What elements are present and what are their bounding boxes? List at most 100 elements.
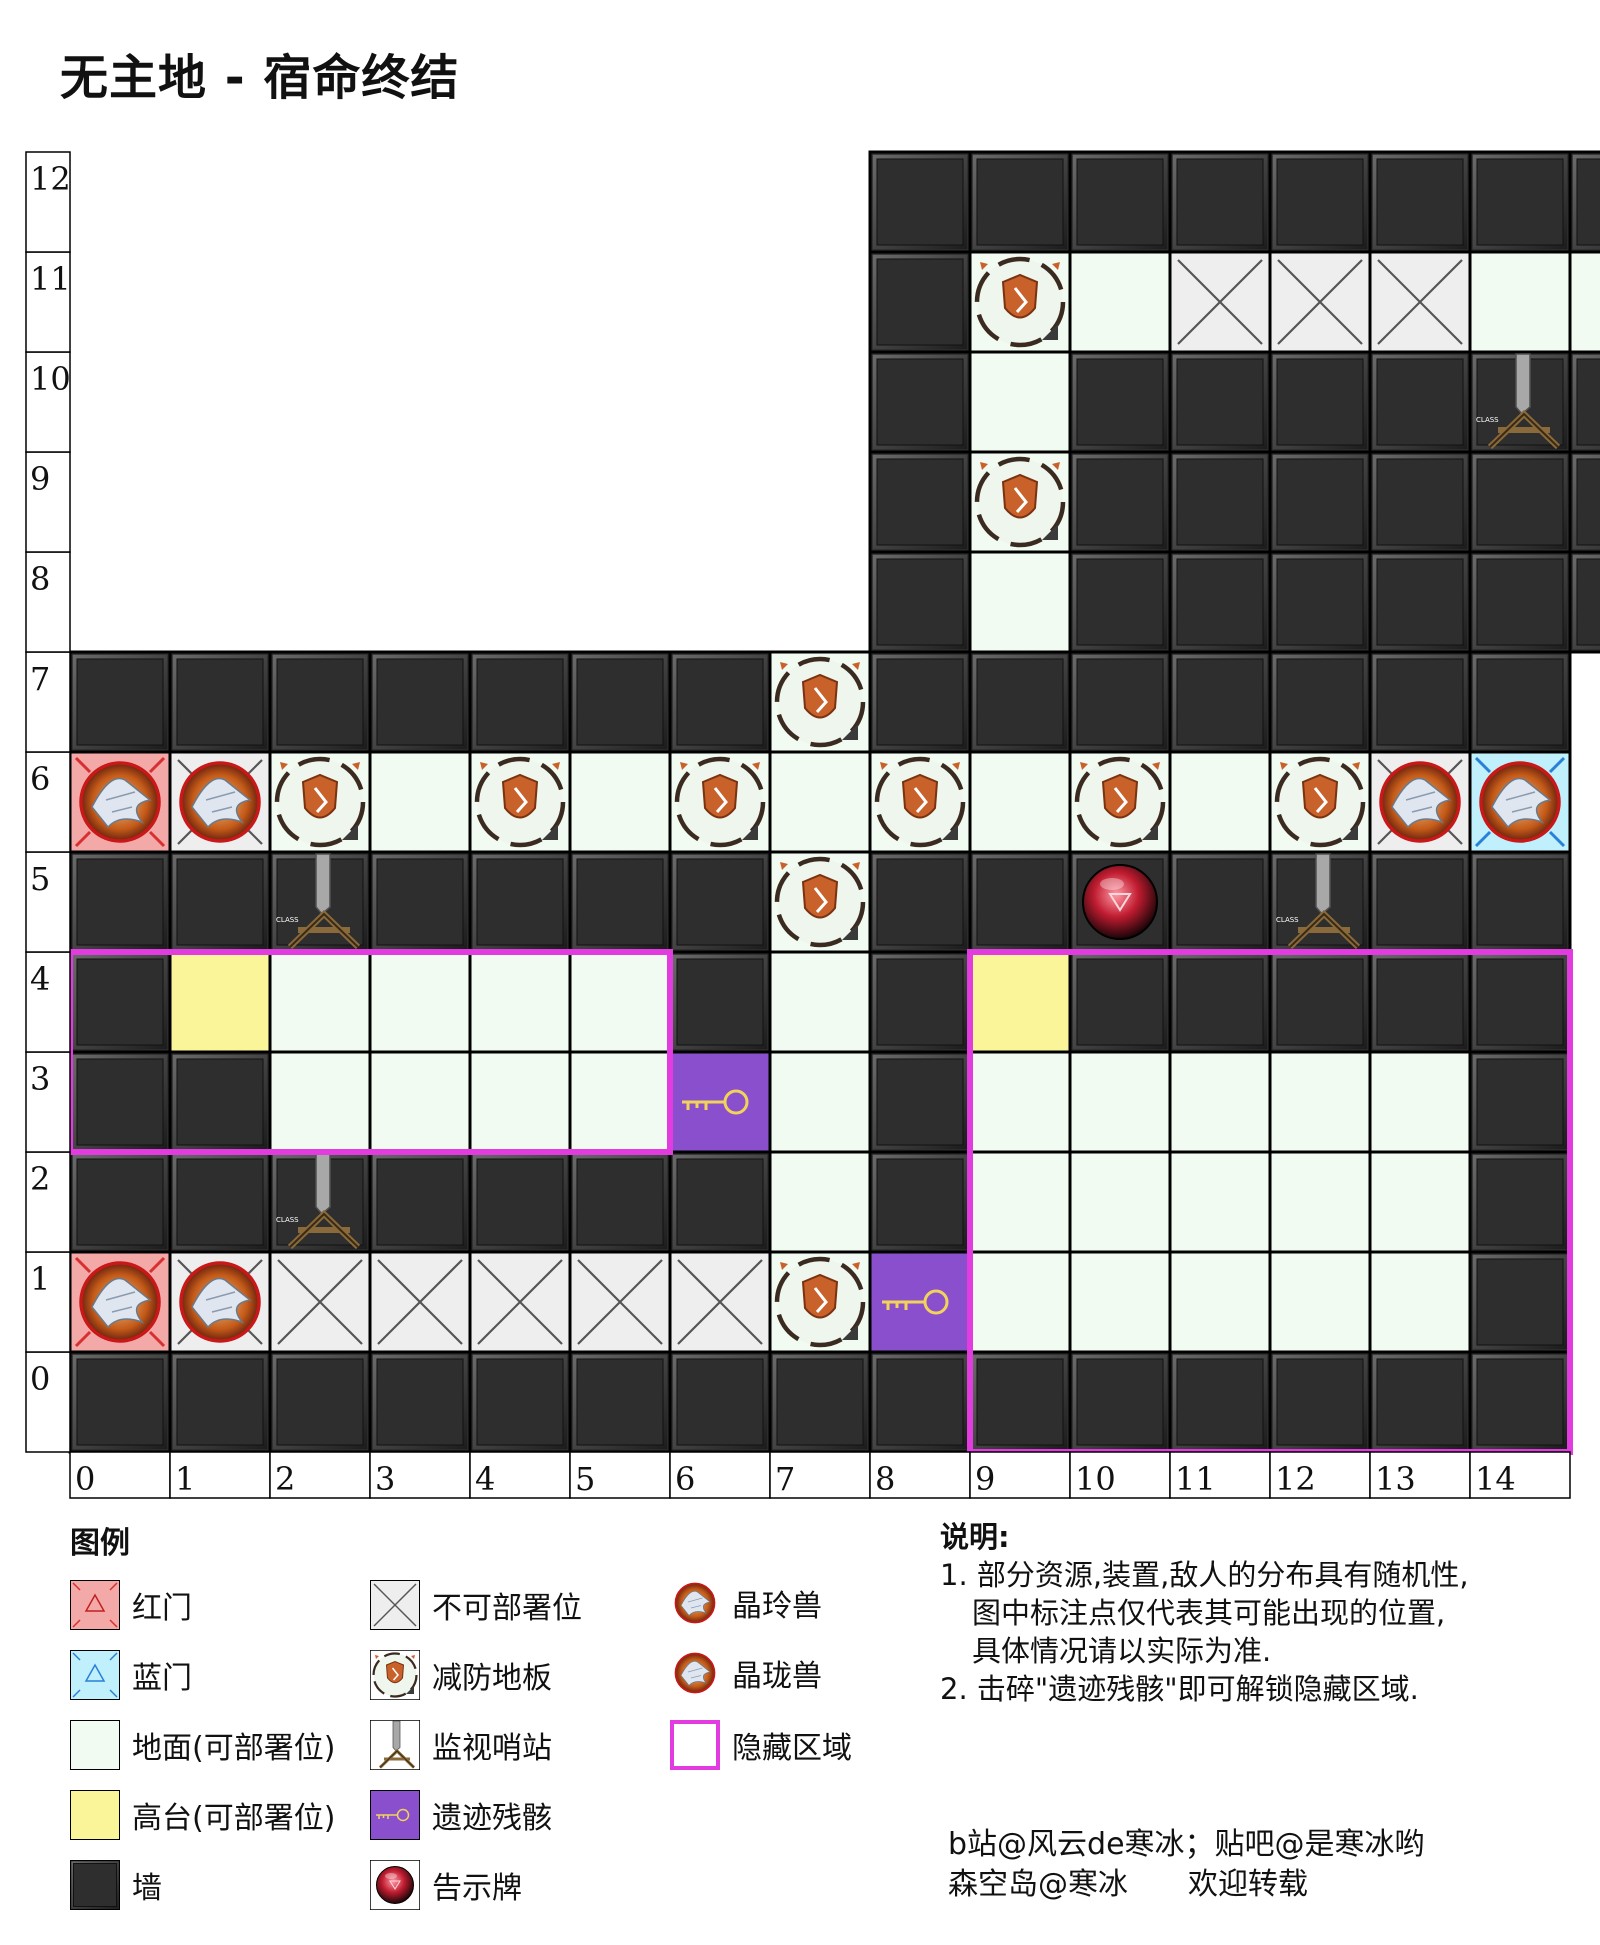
row-label: 12 [30, 160, 71, 198]
wall-tile-r0-c3 [368, 1350, 472, 1454]
wall-tile-r10-c12 [1268, 350, 1372, 454]
wall-tile-r5-c13 [1368, 850, 1472, 954]
notes: 说明: 1. 部分资源,装置,敌人的分布具有随机性, 图中标注点仅代表其可能出现… [940, 1518, 1469, 1708]
col-label: 10 [1075, 1460, 1116, 1498]
legend-item-ground-tile: 地面(可部署位) [70, 1720, 335, 1770]
ground-tile-r3-c4 [468, 1050, 572, 1154]
wall-tile-r2-c4 [468, 1150, 572, 1254]
ground-tile-r1-c12 [1268, 1250, 1372, 1354]
legend-item-notice-board: 告示牌 [370, 1860, 522, 1910]
wall-tile-r8-c10 [1068, 550, 1172, 654]
row-label: 3 [30, 1060, 50, 1098]
ground-tile-r3-c13 [1368, 1050, 1472, 1154]
wall-tile-r2-c5 [568, 1150, 672, 1254]
row-label: 7 [30, 660, 50, 698]
ground-tile-r1-c10 [1068, 1250, 1172, 1354]
row-label: 6 [30, 760, 50, 798]
wall-tile-r7-c11 [1168, 650, 1272, 754]
wall-tile-r4-c8 [868, 950, 972, 1054]
col-label: 12 [1275, 1460, 1316, 1498]
wall-tile-r4-c0 [68, 950, 172, 1054]
ruins-remains-tile-r1-c8 [868, 1250, 972, 1354]
ground-tile-r6-c9 [968, 750, 1072, 854]
ground-tile-r1-c13 [1368, 1250, 1472, 1354]
ground-tile-r2-c11 [1168, 1150, 1272, 1254]
col-label: 1 [175, 1460, 195, 1498]
wall-tile-r8-c14 [1468, 550, 1572, 654]
wall-tile-r9-c10 [1068, 450, 1172, 554]
legend-item-crystal-beast-b: 晶珑兽 [670, 1648, 822, 1698]
row-label: 2 [30, 1160, 50, 1198]
defense-down-floor-icon [370, 1650, 420, 1700]
wall-tile-r9-c12 [1268, 450, 1372, 554]
legend-item-wall-tile: 墙 [70, 1860, 162, 1910]
wall-tile-r7-c8 [868, 650, 972, 754]
ground-tile-r2-c9 [968, 1150, 1072, 1254]
row-label: 8 [30, 560, 50, 598]
wall-tile-r2-c1 [168, 1150, 272, 1254]
wall-tile-r5-c6 [668, 850, 772, 954]
wall-tile-r7-c14 [1468, 650, 1572, 754]
ground-tile-r3-c5 [568, 1050, 672, 1154]
wall-tile-r0-c9 [968, 1350, 1072, 1454]
ground-tile-r4-c3 [368, 950, 472, 1054]
col-label: 5 [575, 1460, 595, 1498]
watch-post-tile-r2-c2: CLASS [268, 1150, 372, 1254]
wall-tile-r0-c8 [868, 1350, 972, 1454]
wall-tile-r4-c10 [1068, 950, 1172, 1054]
legend-item-defense-down-floor: 减防地板 [370, 1650, 552, 1700]
wall-tile-r4-c13 [1368, 950, 1472, 1054]
wall-tile-r0-c11 [1168, 1350, 1272, 1454]
crystal-beast-a-icon [674, 1582, 716, 1624]
wall-tile-r2-c14 [1468, 1150, 1572, 1254]
ground-tile-r6-c3 [368, 750, 472, 854]
wall-tile-r5-c4 [468, 850, 572, 954]
wall-tile-r0-c2 [268, 1350, 372, 1454]
legend-item-red-gate: 红门 [70, 1580, 192, 1630]
row-label: 0 [30, 1360, 50, 1398]
ground-tile-r8-c9 [968, 550, 1072, 654]
col-label: 13 [1375, 1460, 1416, 1498]
notes-line-2: 图中标注点仅代表其可能出现的位置, [972, 1596, 1446, 1630]
legend-label: 监视哨站 [432, 1731, 552, 1766]
wall-tile-r7-c13 [1368, 650, 1472, 754]
ground-tile-r6-c11 [1168, 750, 1272, 854]
ground-tile-r3-c3 [368, 1050, 472, 1154]
defense-down-floor-tile-r1-c7 [768, 1250, 872, 1354]
defense-down-floor-tile-r6-c12 [1268, 750, 1372, 854]
wall-tile-r9-c15 [1568, 450, 1600, 554]
stage-map: CLASSCLASS CLASSCLASS 01234567891011120 1 2… [25, 150, 1600, 1499]
col-label: 0 [75, 1460, 95, 1498]
red-gate-tile-r1-c0 [68, 1250, 172, 1354]
legend-item-undeployable-tile: 不可部署位 [370, 1580, 582, 1630]
defense-down-floor-tile-r11-c9 [968, 250, 1072, 354]
wall-tile-r2-c0 [68, 1150, 172, 1254]
credits-line-1: b站@风云de寒冰；贴吧@是寒冰哟 [948, 1827, 1425, 1862]
legend-label: 减防地板 [432, 1661, 552, 1696]
red-gate-tile-r6-c0 [68, 750, 172, 854]
ground-tile-icon [70, 1720, 120, 1770]
wall-tile-r4-c11 [1168, 950, 1272, 1054]
wall-tile-r12-c11 [1168, 150, 1272, 254]
wall-tile-r3-c1 [168, 1050, 272, 1154]
crystal-beast-tile-r1-c1 [168, 1250, 272, 1354]
wall-tile-r10-c10 [1068, 350, 1172, 454]
wall-tile-r5-c9 [968, 850, 1072, 954]
undeployable-tile-r11-c12 [1268, 250, 1372, 354]
wall-tile-r7-c5 [568, 650, 672, 754]
legend-item-hidden-area: 隐藏区域 [670, 1720, 852, 1770]
ground-tile-r2-c12 [1268, 1150, 1372, 1254]
ground-tile-r3-c11 [1168, 1050, 1272, 1154]
crystal-beast-tile-r6-c13 [1368, 750, 1472, 854]
wall-tile-r8-c13 [1368, 550, 1472, 654]
wall-tile-r7-c9 [968, 650, 1072, 754]
wall-tile-r0-c12 [1268, 1350, 1372, 1454]
defense-down-floor-tile-r6-c6 [668, 750, 772, 854]
wall-tile-r5-c3 [368, 850, 472, 954]
wall-tile-r4-c6 [668, 950, 772, 1054]
notes-line-4: 2. 击碎"遗迹残骸"即可解锁隐藏区域. [940, 1672, 1419, 1706]
wall-tile-r9-c14 [1468, 450, 1572, 554]
ground-tile-r3-c10 [1068, 1050, 1172, 1154]
ground-tile-r1-c9 [968, 1250, 1072, 1354]
watch-post-tag: CLASS [276, 916, 299, 924]
